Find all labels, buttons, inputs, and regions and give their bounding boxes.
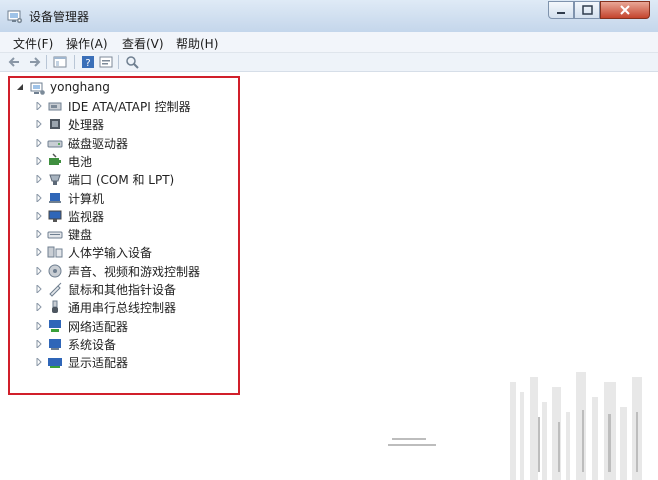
monitor-icon bbox=[48, 210, 62, 222]
minimize-button[interactable] bbox=[548, 1, 574, 19]
toolbar-separator bbox=[74, 55, 75, 69]
menu-file[interactable]: 文件(F) bbox=[13, 35, 53, 52]
properties-icon[interactable] bbox=[98, 54, 114, 70]
toolbar-separator bbox=[118, 55, 119, 69]
menu-view[interactable]: 查看(V) bbox=[122, 35, 164, 52]
device-category-row[interactable]: 系统设备 bbox=[36, 335, 236, 353]
device-category-label: 鼠标和其他指针设备 bbox=[68, 283, 177, 297]
device-category-row[interactable]: 端口 (COM 和 LPT) bbox=[36, 170, 236, 188]
collapsed-arrow-icon[interactable] bbox=[36, 193, 42, 202]
back-arrow-icon[interactable] bbox=[7, 54, 23, 70]
decorative-background-graphic bbox=[388, 372, 642, 480]
device-category-label: 监视器 bbox=[68, 209, 105, 224]
maximize-icon bbox=[582, 5, 593, 15]
device-category-row[interactable]: 网络适配器 bbox=[36, 317, 236, 335]
menu-bar: 文件(F) 操作(A) 查看(V) 帮助(H) bbox=[0, 32, 658, 53]
device-category-label: 磁盘驱动器 bbox=[68, 136, 129, 151]
device-category-row[interactable]: 显示适配器 bbox=[36, 353, 236, 371]
battery-icon bbox=[49, 153, 61, 165]
port-icon bbox=[49, 174, 61, 186]
processor-icon bbox=[50, 119, 60, 130]
device-category-label: 声音、视频和游戏控制器 bbox=[68, 264, 201, 279]
device-category-row[interactable]: IDE ATA/ATAPI 控制器 bbox=[36, 97, 236, 115]
network-adapter-icon bbox=[49, 319, 61, 332]
device-category-label: 端口 (COM 和 LPT) bbox=[68, 173, 175, 188]
show-hide-console-tree-icon[interactable] bbox=[52, 54, 68, 70]
device-category-label: 计算机 bbox=[68, 191, 105, 206]
collapsed-arrow-icon[interactable] bbox=[36, 138, 42, 147]
forward-arrow-icon[interactable] bbox=[26, 54, 42, 70]
collapsed-arrow-icon[interactable] bbox=[36, 156, 42, 165]
device-category-label: 显示适配器 bbox=[68, 356, 129, 371]
computer-root-icon bbox=[30, 82, 45, 95]
tree-root[interactable]: yonghang bbox=[16, 79, 216, 97]
collapsed-arrow-icon[interactable] bbox=[36, 303, 42, 312]
device-category-row[interactable]: 电池 bbox=[36, 152, 236, 170]
collapsed-arrow-icon[interactable] bbox=[36, 102, 42, 110]
device-category-row[interactable]: 键盘 bbox=[36, 225, 236, 243]
collapsed-arrow-icon[interactable] bbox=[36, 285, 42, 293]
mouse-icon bbox=[49, 282, 62, 297]
collapsed-arrow-icon[interactable] bbox=[36, 211, 42, 220]
collapsed-arrow-icon[interactable] bbox=[36, 339, 42, 348]
collapsed-arrow-icon[interactable] bbox=[36, 266, 42, 275]
collapsed-arrow-icon[interactable] bbox=[36, 230, 42, 239]
sound-controller-icon bbox=[48, 264, 62, 278]
hid-icon bbox=[47, 246, 63, 258]
device-category-label: 人体学输入设备 bbox=[68, 246, 153, 261]
device-manager-window: 设备管理器 文件(F) 操作(A) 查看(V) 帮助(H) ? yonghang… bbox=[0, 0, 658, 480]
device-category-label: 系统设备 bbox=[68, 337, 117, 352]
device-category-label: 键盘 bbox=[68, 228, 93, 243]
system-device-icon bbox=[49, 338, 61, 350]
maximize-button[interactable] bbox=[574, 1, 600, 19]
close-icon bbox=[620, 5, 630, 15]
toolbar-separator bbox=[46, 55, 47, 69]
title-bar[interactable]: 设备管理器 bbox=[0, 0, 658, 33]
collapsed-arrow-icon[interactable] bbox=[36, 321, 42, 330]
keyboard-icon bbox=[47, 231, 63, 239]
ide-controller-icon bbox=[48, 102, 62, 111]
device-category-label: 通用串行总线控制器 bbox=[68, 301, 177, 316]
menu-help[interactable]: 帮助(H) bbox=[176, 35, 218, 52]
window-title: 设备管理器 bbox=[29, 10, 90, 24]
device-category-label: 网络适配器 bbox=[68, 319, 129, 334]
device-category-row[interactable]: 磁盘驱动器 bbox=[36, 134, 236, 152]
menu-action[interactable]: 操作(A) bbox=[66, 35, 108, 52]
computer-icon bbox=[49, 192, 61, 203]
display-adapter-icon bbox=[48, 358, 62, 369]
device-category-label: 处理器 bbox=[68, 118, 105, 133]
device-category-row[interactable]: 处理器 bbox=[36, 115, 236, 133]
scan-hardware-icon[interactable] bbox=[124, 54, 140, 70]
collapsed-arrow-icon[interactable] bbox=[36, 248, 42, 257]
close-button[interactable] bbox=[600, 1, 650, 19]
device-category-label: 电池 bbox=[68, 154, 93, 169]
collapsed-arrow-icon[interactable] bbox=[36, 120, 42, 129]
svg-text:?: ? bbox=[85, 58, 90, 69]
device-manager-app-icon bbox=[7, 10, 23, 24]
expanded-arrow-icon[interactable] bbox=[16, 83, 24, 91]
device-category-label: IDE ATA/ATAPI 控制器 bbox=[68, 100, 191, 114]
device-category-row[interactable]: 监视器 bbox=[36, 207, 236, 225]
minimize-icon bbox=[557, 12, 565, 14]
device-category-row[interactable]: 计算机 bbox=[36, 189, 236, 207]
disk-drive-icon bbox=[47, 140, 63, 148]
collapsed-arrow-icon[interactable] bbox=[36, 175, 42, 184]
device-category-row[interactable]: 通用串行总线控制器 bbox=[36, 298, 236, 316]
device-category-row[interactable]: 人体学输入设备 bbox=[36, 243, 236, 261]
device-category-row[interactable]: 鼠标和其他指针设备 bbox=[36, 280, 236, 298]
help-icon[interactable]: ? bbox=[80, 54, 96, 70]
tree-root-label: yonghang bbox=[50, 80, 110, 94]
device-category-row[interactable]: 声音、视频和游戏控制器 bbox=[36, 262, 236, 280]
device-tree-pane[interactable]: yonghang IDE ATA/ATAPI 控制器 处理器磁盘驱动器电池端口 (… bbox=[0, 72, 658, 480]
usb-controller-icon bbox=[52, 300, 58, 314]
toolbar: ? bbox=[0, 53, 658, 72]
collapsed-arrow-icon[interactable] bbox=[36, 358, 42, 367]
